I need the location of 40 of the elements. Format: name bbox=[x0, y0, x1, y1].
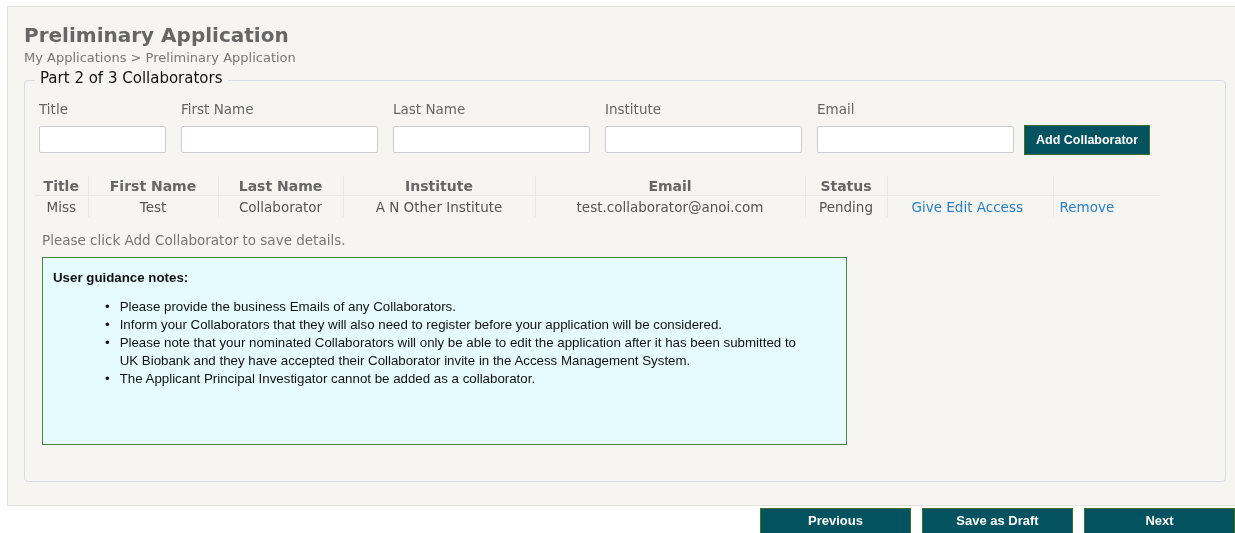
nav-button[interactable]: Save as Draft bbox=[922, 508, 1073, 533]
guidance-item: Please note that your nominated Collaborators will only be able to edit the application after it has been submitted to UK Biobank and they have accepted their Collaborator invite in the Access Management System. bbox=[119, 334, 797, 370]
guidance-item: Inform your Collaborators that they will also need to register before your application will be considered. bbox=[119, 316, 723, 334]
action-link[interactable]: Remove bbox=[1059, 198, 1115, 215]
action-link[interactable]: Give Edit Access bbox=[911, 198, 1023, 215]
table-cell: Test bbox=[88, 195, 218, 217]
table-cell: Collaborator bbox=[218, 195, 343, 217]
add-collaborator-button[interactable]: Add Collaborator bbox=[1024, 125, 1151, 155]
column-header: Status bbox=[805, 176, 887, 196]
column-header: Email bbox=[535, 176, 805, 196]
field-label: Institute bbox=[605, 101, 663, 117]
input-field[interactable] bbox=[817, 126, 1014, 153]
field-label: Email bbox=[817, 101, 856, 117]
bullet-mark: • bbox=[105, 334, 110, 352]
guidance-item: Please provide the business Emails of any Collaborators. bbox=[119, 298, 456, 316]
guidance-title: User guidance notes: bbox=[53, 270, 190, 285]
column-header: Last Name bbox=[218, 176, 343, 196]
table-cell: A N Other Institute bbox=[343, 195, 535, 217]
field-label: Title bbox=[39, 101, 69, 117]
field-label: Last Name bbox=[393, 101, 467, 117]
bullet-mark: • bbox=[105, 298, 110, 316]
guidance-item: The Applicant Principal Investigator cannot be added as a collaborator. bbox=[119, 370, 536, 388]
field-label: First Name bbox=[181, 101, 255, 117]
bullet-mark: • bbox=[105, 316, 110, 334]
nav-button[interactable]: Previous bbox=[760, 508, 911, 533]
input-field[interactable] bbox=[393, 126, 590, 153]
bullet-mark: • bbox=[105, 370, 110, 388]
hint-text: Please click Add Collaborator to save details. bbox=[42, 232, 347, 248]
table-cell: Pending bbox=[805, 195, 887, 217]
column-header: Institute bbox=[343, 176, 535, 196]
input-field[interactable] bbox=[39, 126, 166, 153]
column-header: First Name bbox=[88, 176, 218, 196]
input-field[interactable] bbox=[605, 126, 802, 153]
nav-button[interactable]: Next bbox=[1084, 508, 1235, 533]
column-header: Title bbox=[35, 176, 88, 196]
breadcrumb: My Applications > Preliminary Application bbox=[24, 50, 296, 65]
page-title: Preliminary Application bbox=[24, 23, 290, 47]
table-cell: test.collaborator@anoi.com bbox=[535, 195, 805, 217]
table-cell: Miss bbox=[35, 195, 88, 217]
input-field[interactable] bbox=[181, 126, 378, 153]
